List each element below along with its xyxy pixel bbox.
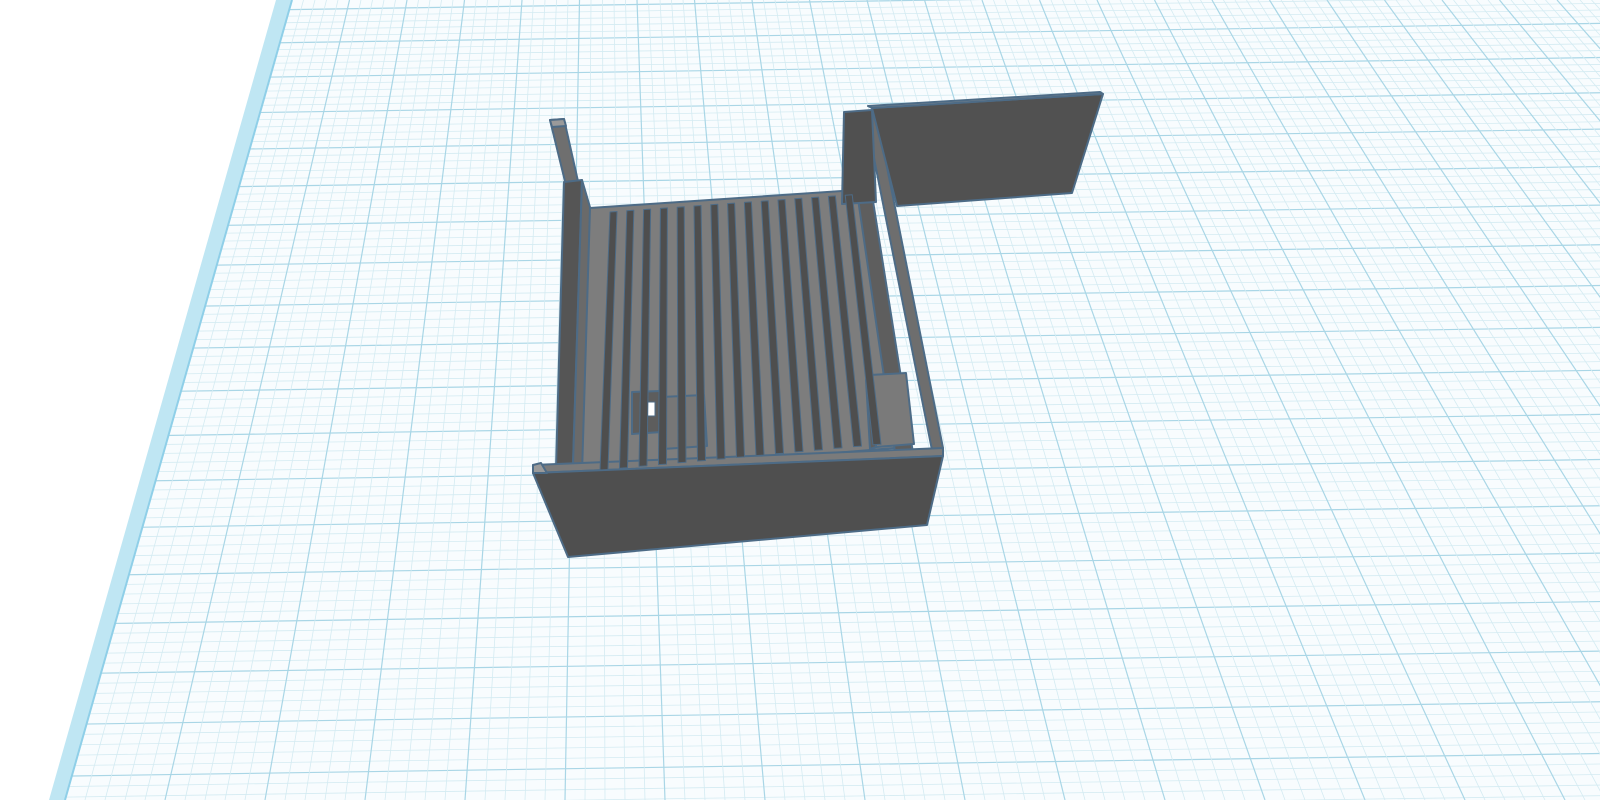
scene-canvas[interactable] <box>0 0 1600 800</box>
back-left-post-top <box>549 118 567 128</box>
grid-line-vertical <box>65 0 86 800</box>
floor-rib <box>676 206 687 464</box>
grid-line-vertical <box>65 0 74 800</box>
back-right-panel[interactable] <box>871 93 1104 207</box>
back-right-panel-support[interactable] <box>841 109 877 205</box>
3d-viewport[interactable] <box>0 0 1600 800</box>
floor-rib <box>658 207 668 466</box>
grid-line-vertical <box>65 0 97 800</box>
grid-line-vertical <box>0 0 62 800</box>
